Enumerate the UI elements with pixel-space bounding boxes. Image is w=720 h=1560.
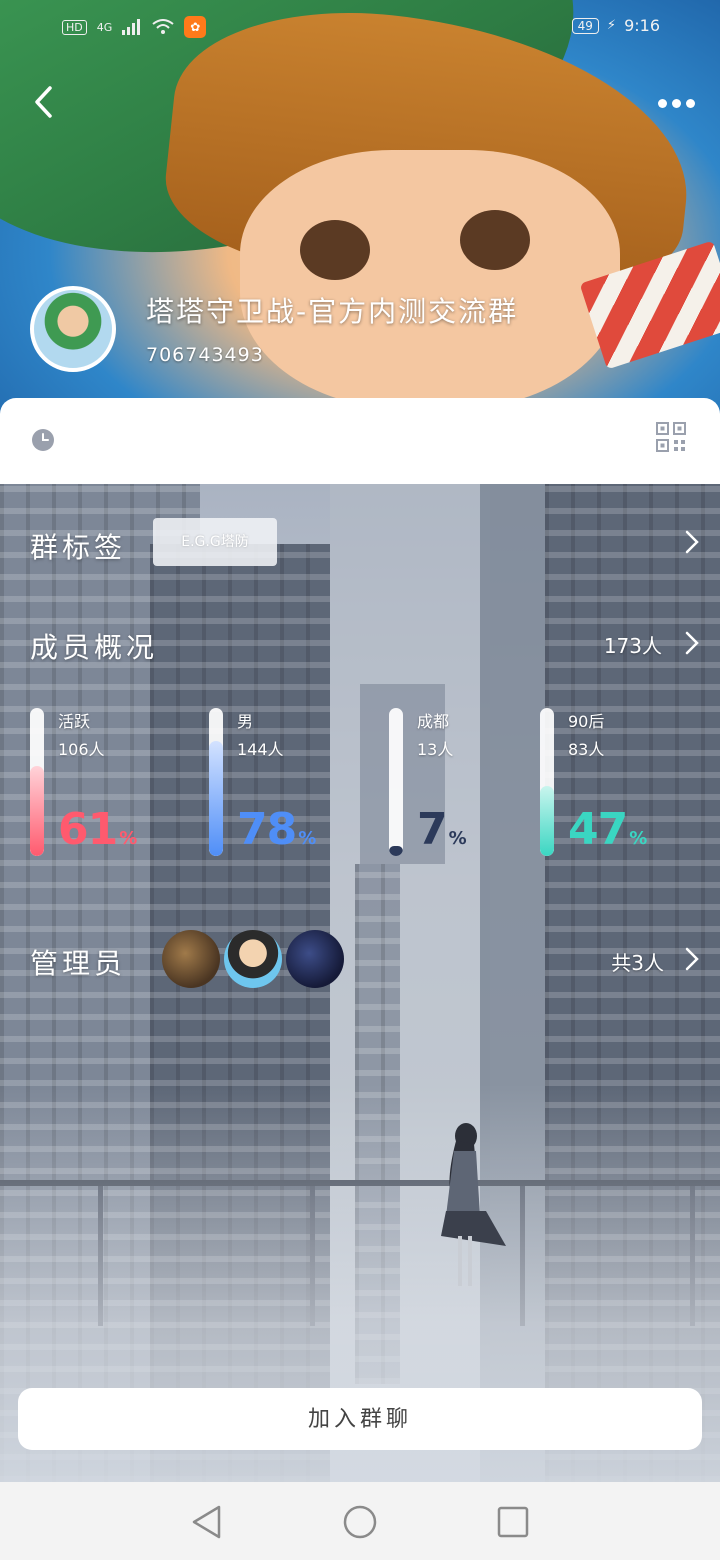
chevron-right-icon[interactable] [683, 630, 701, 656]
join-group-button[interactable]: 加入群聊 [18, 1388, 702, 1450]
group-id: 706743493 [146, 344, 264, 366]
stat-bar-fill [389, 845, 403, 856]
stat-male: 男 144人 78% [209, 708, 369, 858]
chevron-right-icon[interactable] [683, 946, 701, 972]
admin-avatar[interactable] [162, 930, 220, 988]
stat-label: 活跃 [58, 712, 91, 731]
stat-bar-track [540, 708, 554, 856]
banner-eye-right [460, 210, 530, 270]
admin-total[interactable]: 共3人 [611, 947, 664, 976]
battery-icon: 49 [571, 17, 599, 34]
girl-figure [441, 1123, 506, 1286]
member-total[interactable]: 173人 [604, 630, 662, 659]
back-icon[interactable] [26, 82, 66, 122]
stat-bar-track [30, 708, 44, 856]
stat-bar-track [389, 708, 403, 856]
group-tag-chip[interactable]: E.G.G塔防 [153, 518, 277, 566]
group-tags-title: 群标签 [30, 531, 127, 564]
stat-bar-fill [209, 740, 223, 856]
stat-count: 83人 [568, 740, 605, 759]
banner-eye-left [300, 220, 370, 280]
uc-browser-icon: ✿ [184, 16, 207, 38]
system-navigation-bar [0, 1482, 720, 1560]
signal-icon [122, 19, 141, 35]
stat-percent: 7% [417, 804, 467, 855]
stat-bar-fill [30, 765, 44, 856]
hd-badge: HD [62, 19, 87, 35]
stat-label: 成都 [417, 712, 450, 731]
admin-avatar[interactable] [224, 930, 282, 988]
charging-icon: ⚡ [606, 18, 617, 33]
network-type: 4G [96, 20, 113, 34]
nav-recents-icon[interactable] [496, 1504, 530, 1540]
stat-count: 144人 [237, 740, 284, 759]
stat-percent: 78% [237, 804, 316, 855]
admins-title: 管理员 [30, 947, 127, 980]
stat-city: 成都 13人 7% [389, 708, 549, 858]
header-banner [0, 0, 720, 420]
clock-time: 9:16 [624, 16, 660, 35]
banner-face [240, 150, 620, 410]
qr-code-icon[interactable] [656, 422, 686, 452]
stat-bar-track [209, 708, 223, 856]
info-card [0, 398, 720, 484]
group-name: 塔塔守卫战-官方内测交流群 [146, 295, 519, 328]
nav-home-icon[interactable] [342, 1504, 378, 1540]
more-options-icon[interactable] [658, 92, 708, 114]
status-bar: HD 4G ✿ 49 ⚡ 9:16 [0, 14, 720, 44]
stat-count: 13人 [417, 740, 454, 759]
stat-label: 90后 [568, 712, 605, 731]
stat-age: 90后 83人 47% [540, 708, 700, 858]
stat-percent: 47% [568, 804, 647, 855]
stat-percent: 61% [58, 804, 137, 855]
clock-icon[interactable] [31, 428, 55, 452]
chevron-right-icon[interactable] [683, 529, 701, 555]
admin-avatar[interactable] [286, 930, 344, 988]
stat-bar-fill [540, 786, 554, 856]
stat-count: 106人 [58, 740, 105, 759]
nav-back-icon[interactable] [190, 1504, 224, 1540]
stat-label: 男 [237, 712, 254, 731]
stat-active: 活跃 106人 61% [30, 708, 190, 858]
group-avatar[interactable] [30, 286, 116, 372]
admin-avatar-list [162, 930, 344, 988]
wifi-icon [152, 19, 174, 34]
members-title: 成员概况 [30, 631, 159, 664]
